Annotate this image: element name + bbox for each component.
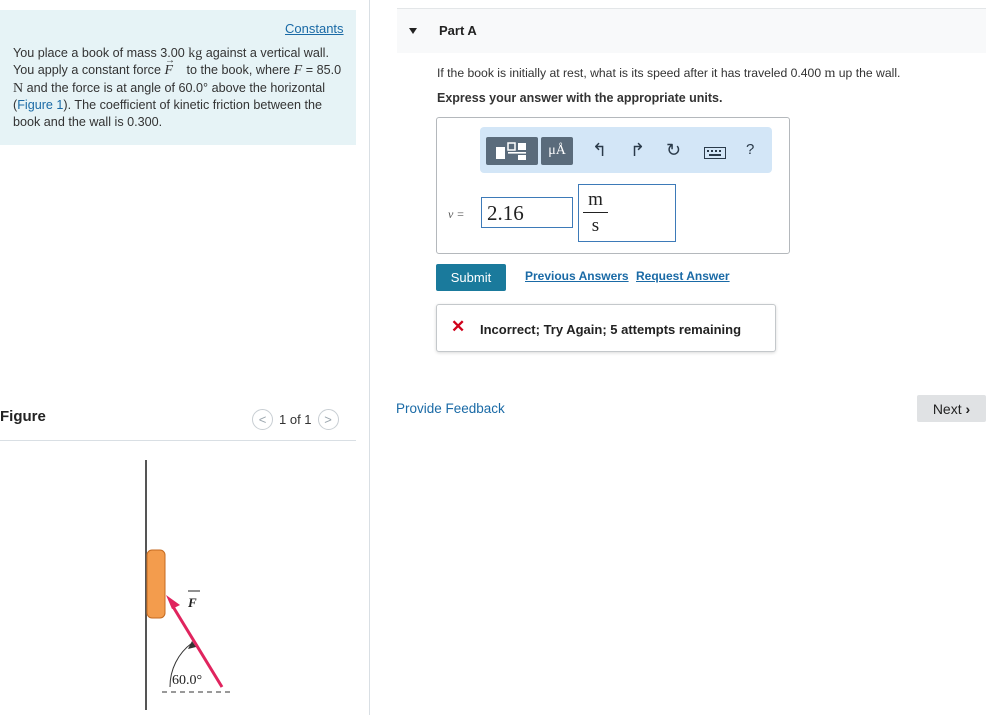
chevron-right-icon: > bbox=[324, 412, 332, 427]
force-label: F bbox=[187, 595, 197, 610]
force-arrow-head bbox=[166, 595, 180, 609]
templates-icon bbox=[496, 142, 526, 160]
reset-icon[interactable]: ↻ bbox=[666, 140, 681, 160]
request-answer-link[interactable]: Request Answer bbox=[636, 269, 730, 283]
feedback-box: ✕ Incorrect; Try Again; 5 attempts remai… bbox=[436, 304, 776, 352]
previous-answers-link[interactable]: Previous Answers bbox=[525, 269, 629, 283]
panel-divider bbox=[369, 0, 370, 715]
force-vector-symbol: F→ bbox=[164, 55, 176, 78]
problem-statement-box: Constants You place a book of mass 3.00 … bbox=[0, 10, 356, 145]
incorrect-x-icon: ✕ bbox=[451, 317, 466, 336]
figure-divider bbox=[0, 440, 356, 441]
book bbox=[146, 549, 166, 619]
figure-diagram: F 60.0° bbox=[145, 460, 230, 710]
answer-value-input[interactable]: 2.16 bbox=[481, 197, 573, 228]
force-variable: F bbox=[293, 63, 303, 78]
next-figure-button[interactable]: > bbox=[317, 409, 339, 430]
problem-text-part: = 85.0 bbox=[302, 63, 342, 77]
math-toolbar: μÅ ↰ ↱ ↻ ? bbox=[480, 127, 772, 173]
chevron-left-icon: < bbox=[258, 412, 267, 427]
question-text: If the book is initially at rest, what i… bbox=[437, 66, 901, 81]
help-icon[interactable]: ? bbox=[746, 140, 754, 160]
part-label: Part A bbox=[439, 23, 477, 38]
templates-button[interactable] bbox=[486, 137, 538, 165]
figure-page-indicator: 1 of 1 bbox=[279, 412, 312, 427]
unit-N: N bbox=[13, 81, 24, 96]
unit-fraction: m s bbox=[583, 189, 608, 237]
prev-figure-button[interactable]: < bbox=[252, 409, 273, 430]
problem-text-part: to the book, where bbox=[183, 63, 294, 77]
figure-pager: < 1 of 1 > bbox=[252, 409, 339, 430]
submit-button[interactable]: Submit bbox=[436, 264, 506, 291]
provide-feedback-link[interactable]: Provide Feedback bbox=[396, 401, 505, 416]
instruction-text: Express your answer with the appropriate… bbox=[437, 91, 723, 105]
constants-link[interactable]: Constants bbox=[285, 21, 344, 36]
angle-label: 60.0° bbox=[172, 673, 202, 688]
part-a-header[interactable]: Part A bbox=[397, 8, 986, 53]
keyboard-icon[interactable] bbox=[704, 143, 726, 163]
chevron-right-icon: › bbox=[965, 400, 971, 417]
next-button[interactable]: Next › bbox=[917, 395, 986, 422]
figure-heading: Figure bbox=[0, 408, 46, 425]
problem-text-part: You place a book of mass 3.00 bbox=[13, 46, 189, 60]
collapse-triangle-icon bbox=[409, 28, 417, 34]
redo-icon[interactable]: ↱ bbox=[630, 140, 645, 160]
feedback-status: Incorrect; Try Again; 5 attempts remaini… bbox=[480, 322, 742, 337]
next-label: Next bbox=[932, 400, 962, 417]
answer-unit-input[interactable]: m s bbox=[578, 184, 676, 242]
unit-kg: kg bbox=[188, 46, 203, 61]
answer-box: μÅ ↰ ↱ ↻ ? v = 2.16 m s bbox=[436, 117, 790, 254]
left-panel: Constants You place a book of mass 3.00 … bbox=[0, 0, 369, 715]
problem-text: You place a book of mass 3.00 kg against… bbox=[13, 45, 349, 131]
answer-variable-label: v = bbox=[448, 207, 465, 221]
undo-icon[interactable]: ↰ bbox=[592, 140, 607, 160]
figure-link[interactable]: Figure 1 bbox=[17, 98, 63, 112]
units-button[interactable]: μÅ bbox=[541, 137, 573, 165]
